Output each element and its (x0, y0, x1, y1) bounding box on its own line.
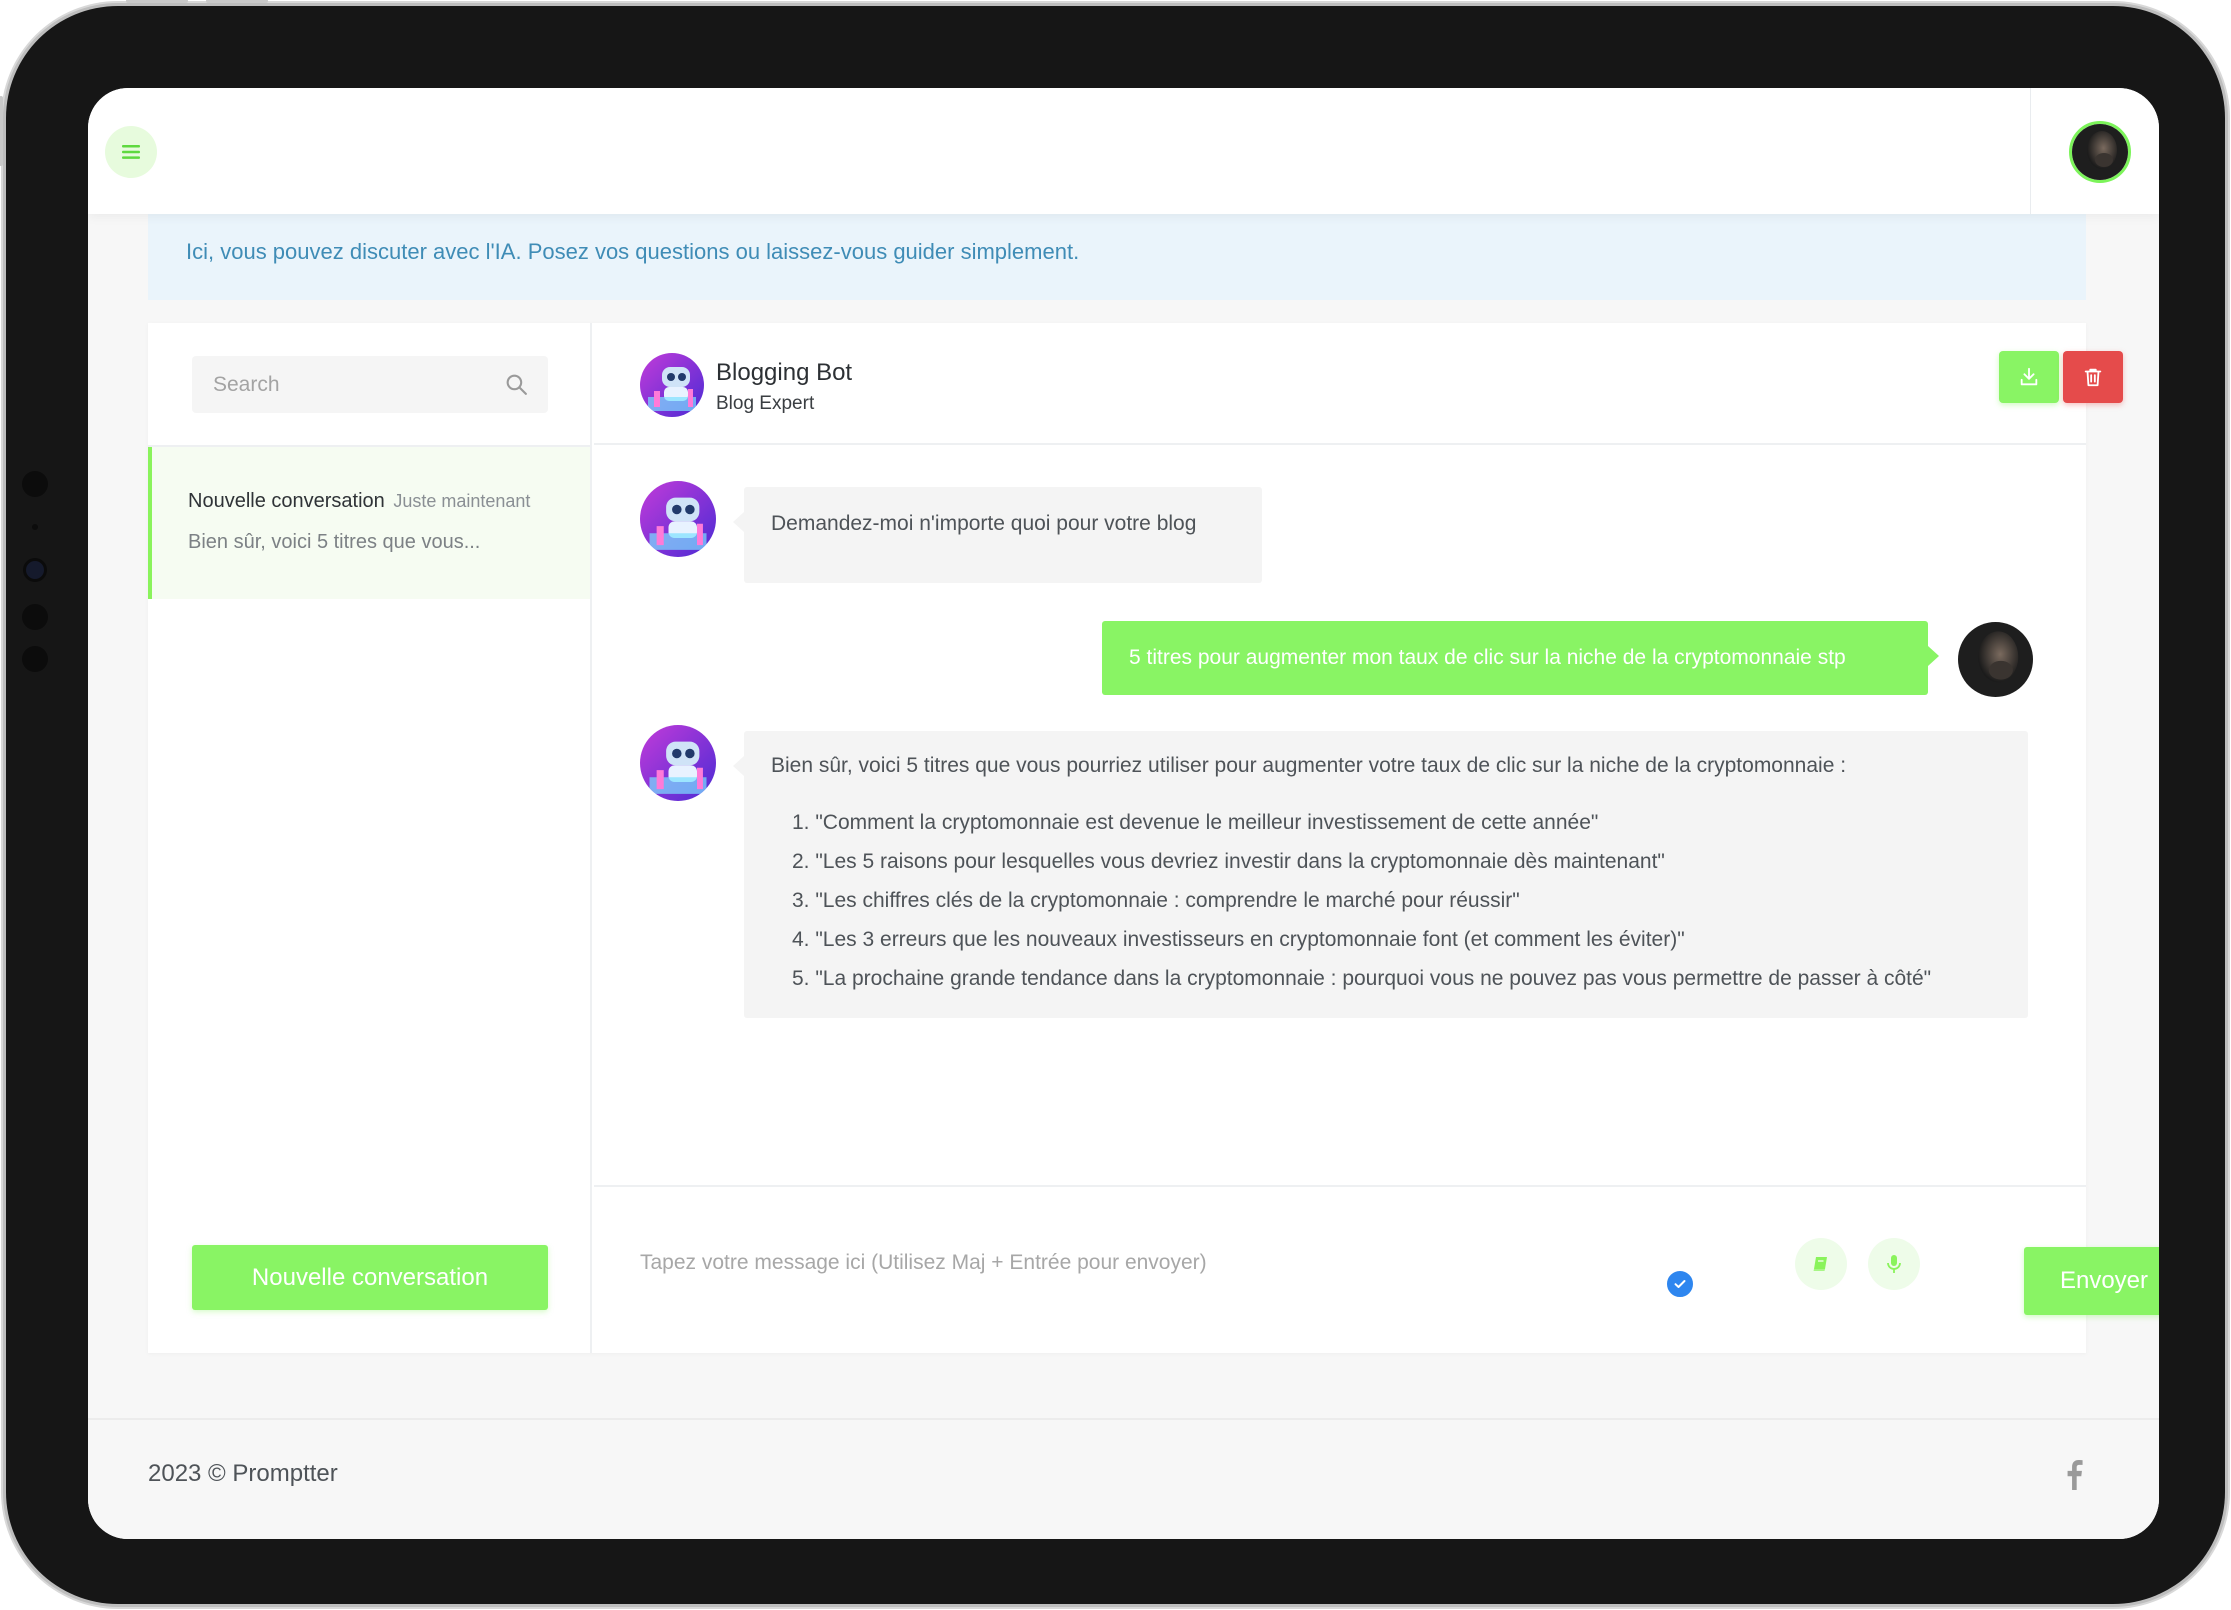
chat-panel: Blogging Bot Blog Expert Demandez-moi n'… (594, 323, 2159, 1353)
send-button[interactable]: Envoyer (2024, 1247, 2159, 1315)
download-button[interactable] (1999, 351, 2059, 403)
answer-list: 1. "Comment la cryptomonnaie est devenue… (771, 803, 2001, 998)
delete-button[interactable] (2063, 351, 2123, 403)
chat-card: Nouvelle conversation Juste maintenant B… (148, 323, 2159, 1353)
info-alert: Ici, vous pouvez discuter avec l'IA. Pos… (148, 214, 2086, 300)
bot-message: Demandez-moi n'importe quoi pour votre b… (733, 487, 1262, 583)
conversation-time: Juste maintenant (393, 491, 531, 511)
menu-button[interactable] (105, 126, 157, 178)
microphone-icon (1887, 1255, 1901, 1273)
answer-item: 3. "Les chiffres clés de la cryptomonnai… (792, 889, 1520, 912)
conversation-preview: Bien sûr, voici 5 titres que vous... (188, 531, 481, 553)
download-icon (2020, 367, 2038, 386)
user-avatar (1958, 622, 2033, 697)
message-input[interactable] (618, 1237, 1678, 1289)
search-box (192, 356, 548, 413)
sensor-dot (22, 604, 48, 630)
bot-message-text: Demandez-moi n'importe quoi pour votre b… (771, 512, 1197, 535)
bot-avatar (640, 481, 716, 557)
search-input[interactable] (192, 356, 492, 413)
user-avatar[interactable] (2069, 121, 2131, 183)
sensor-dot (32, 524, 38, 530)
conversation-title: Nouvelle conversation Juste maintenant (188, 490, 530, 513)
trash-icon (2084, 368, 2102, 387)
check-badge[interactable] (1665, 1269, 1695, 1299)
conversation-title-text: Nouvelle conversation (188, 490, 385, 512)
hardware-button (206, 0, 268, 3)
camera-lens (23, 558, 47, 582)
app-screen: Ici, vous pouvez discuter avec l'IA. Pos… (88, 88, 2159, 1539)
topbar (88, 88, 2159, 214)
conversation-sidebar: Nouvelle conversation Juste maintenant B… (148, 323, 592, 1353)
bot-name: Blogging Bot (716, 359, 853, 386)
check-icon (1674, 1280, 1686, 1288)
search-icon[interactable] (504, 372, 529, 397)
new-conversation-button[interactable]: Nouvelle conversation (192, 1245, 548, 1310)
bot-role: Blog Expert (716, 393, 815, 414)
user-message-text: 5 titres pour augmenter mon taux de clic… (1129, 646, 1846, 669)
copyright-text: 2023 © Promptter (148, 1460, 338, 1487)
answer-item: 1. "Comment la cryptomonnaie est devenue… (792, 811, 1599, 834)
chat-header: Blogging Bot Blog Expert (594, 323, 2123, 445)
sensor-dot (22, 471, 48, 497)
microphone-button[interactable] (1868, 1238, 1920, 1290)
message-composer: Envoyer (594, 1185, 2159, 1353)
answer-item: 4. "Les 3 erreurs que les nouveaux inves… (792, 928, 1685, 951)
hardware-button (0, 96, 3, 166)
tablet-frame: Ici, vous pouvez discuter avec l'IA. Pos… (0, 0, 2225, 1604)
sensor-dot (22, 646, 48, 672)
bot-answer: Bien sûr, voici 5 titres que vous pourri… (733, 731, 2028, 1018)
answer-item: 2. "Les 5 raisons pour lesquelles vous d… (792, 850, 1665, 873)
bot-avatar (640, 353, 704, 417)
conversation-item[interactable]: Nouvelle conversation Juste maintenant B… (148, 447, 590, 599)
topbar-divider (2030, 88, 2031, 214)
hamburger-menu-icon (122, 145, 140, 159)
user-message: 5 titres pour augmenter mon taux de clic… (1102, 621, 1939, 695)
answer-intro: Bien sûr, voici 5 titres que vous pourri… (771, 754, 1847, 777)
book-icon (1813, 1257, 1827, 1271)
answer-item: 5. "La prochaine grande tendance dans la… (792, 967, 1932, 990)
footer: 2023 © Promptter (88, 1418, 2159, 1539)
bot-avatar (640, 725, 716, 801)
hardware-button (126, 0, 188, 3)
facebook-icon[interactable] (2064, 1460, 2084, 1490)
prompt-library-button[interactable] (1795, 1238, 1847, 1290)
